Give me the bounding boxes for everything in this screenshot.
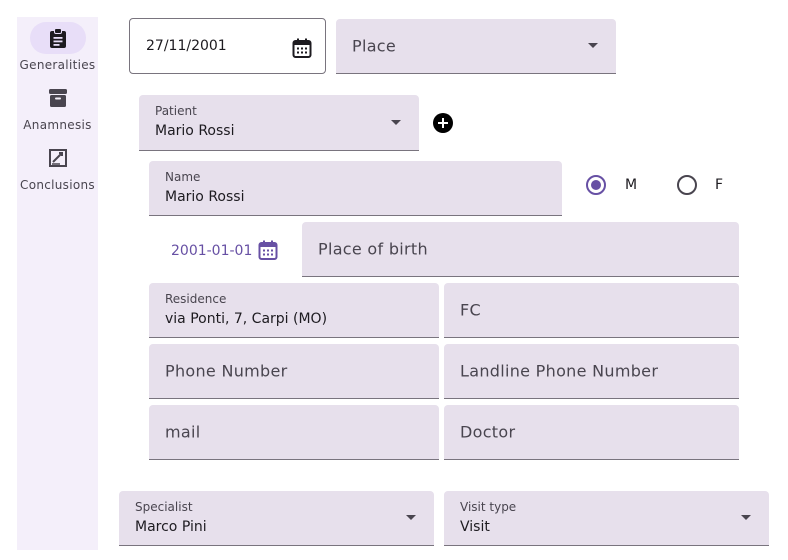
name-label: Name — [165, 170, 201, 184]
nav-label-anamnesis: Anamnesis — [23, 118, 92, 132]
visit-date-field[interactable]: 27/11/2001 — [129, 18, 326, 74]
patient-select-label: Patient — [155, 104, 197, 118]
mail-placeholder: mail — [165, 422, 201, 442]
nav-active-indicator — [29, 22, 86, 54]
visit-type-select[interactable]: Visit type Visit — [444, 491, 769, 546]
nav-item-conclusions[interactable]: Conclusions — [17, 142, 98, 192]
residence-value: via Ponti, 7, Carpi (MO) — [165, 311, 328, 327]
sex-radio-m[interactable] — [586, 175, 606, 195]
navigation-rail: Generalities Anamnesis Conclusions — [17, 17, 98, 550]
birth-date-value[interactable]: 2001-01-01 — [171, 243, 252, 259]
patient-select[interactable]: Patient Mario Rossi — [139, 95, 419, 151]
residence-field[interactable]: Residence via Ponti, 7, Carpi (MO) — [149, 283, 439, 338]
visit-date-value: 27/11/2001 — [146, 38, 227, 54]
signature-icon — [48, 149, 67, 167]
place-select[interactable]: Place — [336, 19, 616, 74]
landline-phone-field[interactable]: Landline Phone Number — [444, 344, 739, 399]
visit-type-label: Visit type — [460, 500, 517, 514]
residence-label: Residence — [165, 292, 227, 306]
phone-number-field[interactable]: Phone Number — [149, 344, 439, 399]
nav-label-conclusions: Conclusions — [20, 178, 95, 192]
sex-radio-f[interactable] — [677, 175, 697, 195]
chevron-down-icon — [741, 515, 751, 520]
visit-type-value: Visit — [460, 519, 490, 535]
fc-field[interactable]: FC — [444, 283, 739, 338]
add-patient-button[interactable] — [433, 113, 453, 133]
nav-icon-holder — [30, 82, 86, 114]
doctor-placeholder: Doctor — [460, 422, 516, 442]
phone-number-placeholder: Phone Number — [165, 361, 288, 381]
name-field[interactable]: Name Mario Rossi — [149, 161, 562, 216]
place-of-birth-placeholder: Place of birth — [318, 239, 428, 259]
place-placeholder: Place — [352, 36, 397, 56]
calendar-icon[interactable] — [292, 38, 312, 58]
chevron-down-icon — [391, 119, 401, 125]
fc-placeholder: FC — [460, 300, 481, 320]
calendar-icon[interactable] — [258, 240, 278, 260]
doctor-field[interactable]: Doctor — [444, 405, 739, 460]
specialist-value: Marco Pini — [135, 519, 207, 535]
landline-phone-placeholder: Landline Phone Number — [460, 361, 659, 381]
nav-item-generalities[interactable]: Generalities — [17, 22, 98, 72]
archive-icon — [48, 89, 67, 107]
name-value: Mario Rossi — [165, 189, 245, 205]
mail-field[interactable]: mail — [149, 405, 439, 460]
chevron-down-icon — [406, 515, 416, 520]
nav-label-generalities: Generalities — [19, 58, 96, 72]
plus-icon — [438, 118, 448, 128]
specialist-select[interactable]: Specialist Marco Pini — [119, 491, 434, 546]
sex-label-m: M — [625, 177, 638, 193]
place-of-birth-field[interactable]: Place of birth — [302, 222, 739, 277]
nav-item-anamnesis[interactable]: Anamnesis — [17, 82, 98, 132]
chevron-down-icon — [588, 43, 598, 48]
nav-icon-holder — [30, 142, 86, 174]
clipboard-icon — [49, 28, 66, 48]
sex-label-f: F — [715, 177, 724, 193]
patient-select-value: Mario Rossi — [155, 123, 235, 139]
specialist-label: Specialist — [135, 500, 193, 514]
